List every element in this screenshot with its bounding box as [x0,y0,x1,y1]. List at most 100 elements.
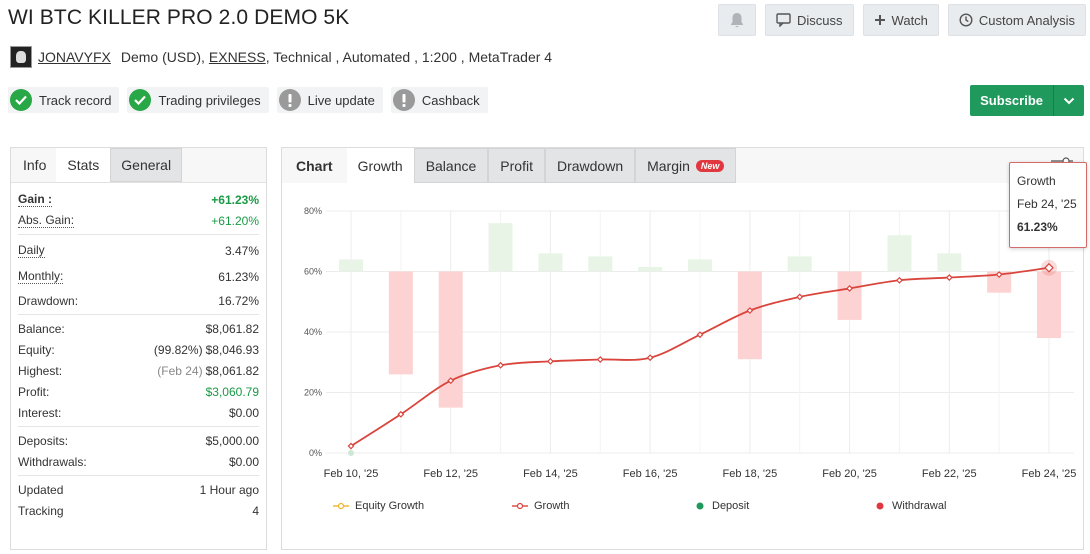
tab-margin[interactable]: Margin New [635,148,737,183]
stat-withdrawals: Withdrawals: $0.00 [18,454,259,469]
growth-point [596,356,604,363]
growth-bar-positive [688,259,712,272]
discuss-label: Discuss [797,12,843,28]
growth-point [796,293,804,301]
chart-legend: Equity Growth Growth Deposit Withdrawal [281,500,1084,514]
x-tick-label: Feb 12, '25 [423,468,478,480]
check-icon [10,89,32,111]
account-type: Demo (USD), [120,49,205,65]
y-tick-label: 0% [309,448,322,458]
top-actions: Discuss Watch Custom Analysis [718,4,1086,36]
y-tick-label: 20% [304,388,322,398]
legend-growth[interactable]: Growth [512,500,569,512]
discuss-button[interactable]: Discuss [765,4,854,36]
growth-bar-positive [339,259,363,272]
badge-track-record[interactable]: Track record [8,87,120,113]
verification-badges: Track record Trading privileges Live upd… [8,87,488,113]
legend-equity-growth[interactable]: Equity Growth [333,500,424,512]
growth-bar-positive [638,266,663,272]
custom-analysis-label: Custom Analysis [978,12,1075,28]
chart-tooltip: Growth Feb 24, '25 61.23% [1009,162,1087,248]
new-badge: New [695,159,725,172]
badge-label: Trading privileges [158,92,261,108]
growth-bar-negative [388,271,413,375]
growth-bar-negative [737,271,762,360]
chart-panel: Chart Growth Balance Profit Drawdown Mar… [281,147,1084,550]
tab-stats[interactable]: Stats [56,148,111,182]
exclamation-icon [392,89,415,111]
alert-button[interactable] [718,4,757,36]
tab-balance[interactable]: Balance [413,148,489,183]
legend-marker-growth [512,502,528,510]
tab-margin-label: Margin [647,157,690,174]
growth-bar-positive [538,253,563,272]
y-tick-label: 40% [304,327,322,337]
check-icon [129,89,152,111]
stats-list: Gain : +61.23% Abs. Gain: +61.20% Daily 3.4… [11,183,266,524]
user-link[interactable]: JONAVYFX [38,49,111,65]
stat-balance: Balance: $8,061.82 [18,321,259,336]
badge-cashback[interactable]: Cashback [390,87,488,113]
deposit-marker [348,450,354,456]
stat-gain: Gain : +61.23% [18,191,259,207]
badge-label: Cashback [421,92,480,108]
exclamation-icon [278,89,301,111]
x-tick-label: Feb 16, '25 [623,468,678,480]
legend-deposit[interactable]: Deposit [696,500,749,512]
growth-chart: 0% 20% 40% 60% 80% Feb 10, '25 Feb 12, '25 Feb … [304,206,1077,480]
tab-drawdown[interactable]: Drawdown [544,148,636,183]
stat-deposits: Deposits: $5,000.00 [18,433,259,448]
x-tick-label: Feb 24, '25 [1022,468,1077,480]
x-tick-label: Feb 18, '25 [723,468,778,480]
account-details: , Technical , Automated , 1:200 , MetaTr… [265,49,553,65]
plus-icon [874,15,885,25]
chart-tabs: Chart Growth Balance Profit Drawdown Mar… [282,148,1083,183]
growth-point [546,357,554,365]
chart-label: Chart [282,148,347,183]
badge-label: Live update [307,92,375,108]
growth-point [497,361,505,369]
highest-date: (Feb 24) [157,363,203,378]
tab-general[interactable]: General [110,148,183,182]
tooltip-series: Growth [1017,174,1056,188]
growth-bar-negative [1037,271,1061,339]
badge-live-update[interactable]: Live update [276,87,383,113]
avatar[interactable] [10,46,32,68]
tooltip-value: 61.23% [1017,220,1058,234]
tab-profit[interactable]: Profit [488,148,545,183]
chevron-down-icon [1063,97,1075,104]
growth-point [646,354,654,362]
subscribe-dropdown[interactable] [1054,85,1084,116]
growth-bar-positive [787,256,812,272]
y-tick-label: 80% [304,206,322,216]
stat-tracking: Tracking 4 [18,503,259,518]
legend-withdrawal[interactable]: Withdrawal [876,500,946,512]
stats-tabs: Info Stats General [11,148,266,183]
stat-monthly: Monthly: 61.23% [18,269,259,284]
stat-drawdown: Drawdown: 16.72% [18,293,259,308]
subscribe-button[interactable]: Subscribe [970,85,1054,116]
stats-panel: Info Stats General Gain : +61.23% Abs. Ga… [10,147,267,550]
page-title: WI BTC KILLER PRO 2.0 DEMO 5K [8,6,350,29]
stat-abs-gain: Abs. Gain: +61.20% [18,212,259,228]
growth-bar-positive [588,256,613,272]
growth-point [895,276,903,284]
chat-icon [776,13,791,27]
growth-bar-negative [837,271,862,320]
stat-interest: Interest: $0.00 [18,405,259,420]
watch-button[interactable]: Watch [862,4,939,36]
badge-label: Track record [39,92,112,108]
legend-marker-withdrawal [876,502,884,510]
broker-link[interactable]: EXNESS [209,49,266,65]
watch-label: Watch [891,12,928,28]
custom-analysis-button[interactable]: Custom Analysis [947,4,1086,36]
stat-daily: Daily 3.47% [18,243,259,258]
stat-profit: Profit: $3,060.79 [18,384,259,399]
growth-bar-positive [937,253,962,272]
badge-trading-privileges[interactable]: Trading privileges [127,87,269,113]
x-tick-label: Feb 10, '25 [324,468,379,480]
x-tick-label: Feb 14, '25 [523,468,578,480]
tab-growth[interactable]: Growth [346,148,414,183]
tab-info[interactable]: Info [11,148,57,182]
clock-icon [959,13,973,27]
